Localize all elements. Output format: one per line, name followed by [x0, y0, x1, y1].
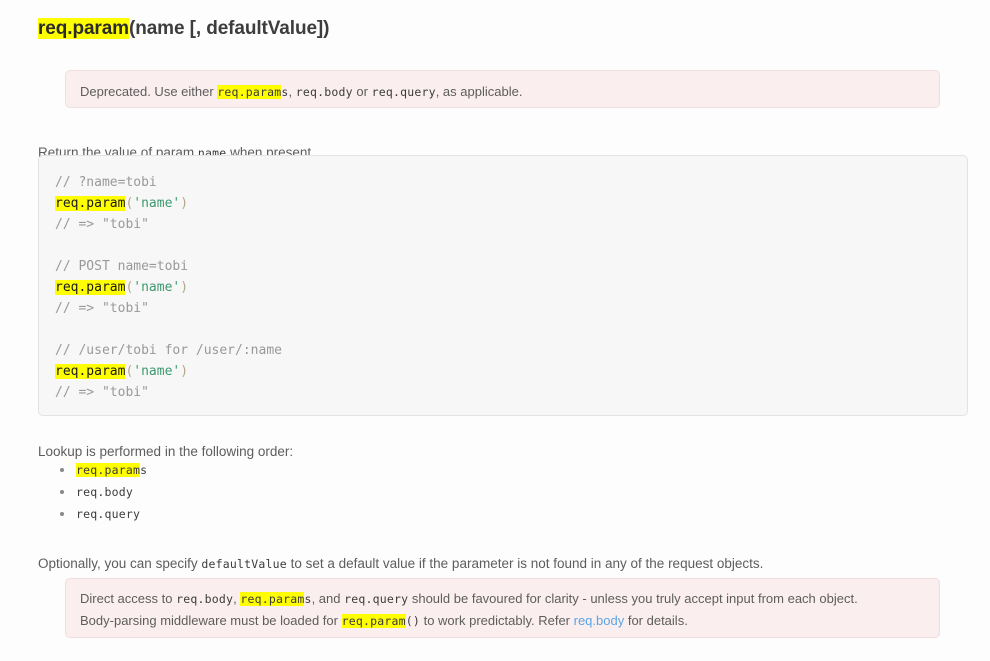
inline-code-tail: s	[304, 592, 312, 606]
default-value-description: Optionally, you can specify defaultValue…	[38, 554, 763, 574]
code-comment-bottom-2: // => "tobi"	[55, 301, 149, 316]
inline-code-tail: ()	[405, 614, 420, 628]
code-close-paren-1: )	[180, 196, 189, 211]
title-signature-args: (name [, defaultValue])	[128, 18, 330, 39]
inline-code-req-param-s: req.params	[217, 85, 288, 99]
inline-code-highlight: req.param	[240, 592, 305, 606]
deprecated-note-sep-1: ,	[288, 84, 296, 99]
deprecated-note-box: Deprecated. Use either req.params, req.b…	[65, 70, 940, 108]
line1-suffix: should be favoured for clarity - unless …	[408, 591, 858, 606]
line2-mid: to work predictably. Refer	[419, 613, 574, 628]
page-title: req.param(name [, defaultValue])	[38, 18, 329, 40]
line1-sep-2: , and	[311, 591, 345, 606]
code-comment-top-2: // POST name=tobi	[55, 259, 189, 274]
lookup-order-list: req.params req.body req.query	[38, 459, 147, 525]
code-comment-top-3: // /user/tobi for /user/:name	[55, 343, 282, 358]
inline-code-req-body: req.body	[76, 485, 133, 499]
code-comment-bottom-3: // => "tobi"	[55, 385, 149, 400]
inline-code-highlight: req.param	[341, 614, 406, 628]
inline-code-req-body: req.body	[295, 85, 353, 99]
inline-code-highlight: req.param	[76, 463, 141, 477]
direct-access-note-line-2: Body-parsing middleware must be loaded f…	[80, 610, 925, 632]
inline-code-tail: req.query	[76, 507, 141, 521]
code-call-name-3: req.param	[55, 364, 126, 379]
code-example-block: // ?name=tobi req.param('name') // => "t…	[38, 155, 968, 416]
code-close-paren-3: )	[180, 364, 189, 379]
optional-prefix: Optionally, you can specify	[38, 555, 202, 571]
title-method-name: req.param	[38, 18, 129, 39]
line2-prefix: Body-parsing middleware must be loaded f…	[80, 613, 342, 628]
documentation-page: req.param(name [, defaultValue]) Depreca…	[0, 0, 990, 661]
inline-code-req-param-call: req.param()	[341, 614, 420, 628]
inline-code-tail: s	[140, 463, 148, 477]
deprecated-note-sep-2: or	[352, 84, 372, 99]
list-item: req.query	[59, 503, 147, 525]
code-close-paren-2: )	[180, 280, 189, 295]
inline-code-req-params: req.params	[240, 592, 311, 606]
inline-code-default-value: defaultValue	[201, 556, 287, 571]
deprecated-note-prefix: Deprecated. Use either	[80, 84, 218, 99]
inline-code-tail: s	[281, 85, 289, 99]
line1-prefix: Direct access to	[80, 591, 177, 606]
code-string-arg-3: 'name'	[133, 364, 181, 379]
code-call-name-1: req.param	[55, 196, 126, 211]
inline-code-highlight: req.param	[217, 85, 282, 99]
list-item: req.body	[59, 481, 147, 503]
direct-access-note-line-1: Direct access to req.body, req.params, a…	[80, 588, 925, 610]
code-string-arg-2: 'name'	[133, 280, 181, 295]
inline-code-tail: req.body	[76, 485, 133, 499]
deprecated-note-text: Deprecated. Use either req.params, req.b…	[80, 81, 925, 103]
list-item: req.params	[59, 459, 147, 481]
inline-code-req-query: req.query	[371, 85, 436, 99]
inline-code-req-query: req.query	[344, 592, 409, 606]
code-comment-bottom-1: // => "tobi"	[55, 217, 149, 232]
optional-suffix: to set a default value if the parameter …	[286, 555, 764, 571]
req-body-link[interactable]: req.body	[574, 613, 625, 628]
code-example-1: // ?name=tobi req.param('name') // => "t…	[55, 172, 967, 403]
line2-suffix: for details.	[624, 613, 688, 628]
inline-code-req-body: req.body	[176, 592, 234, 606]
code-comment-top-1: // ?name=tobi	[55, 175, 157, 190]
inline-code-req-params: req.params	[76, 463, 147, 477]
inline-code-req-query: req.query	[76, 507, 140, 521]
deprecated-note-suffix: , as applicable.	[435, 84, 523, 99]
code-string-arg-1: 'name'	[133, 196, 181, 211]
code-call-name-2: req.param	[55, 280, 126, 295]
direct-access-note-box: Direct access to req.body, req.params, a…	[65, 578, 940, 638]
